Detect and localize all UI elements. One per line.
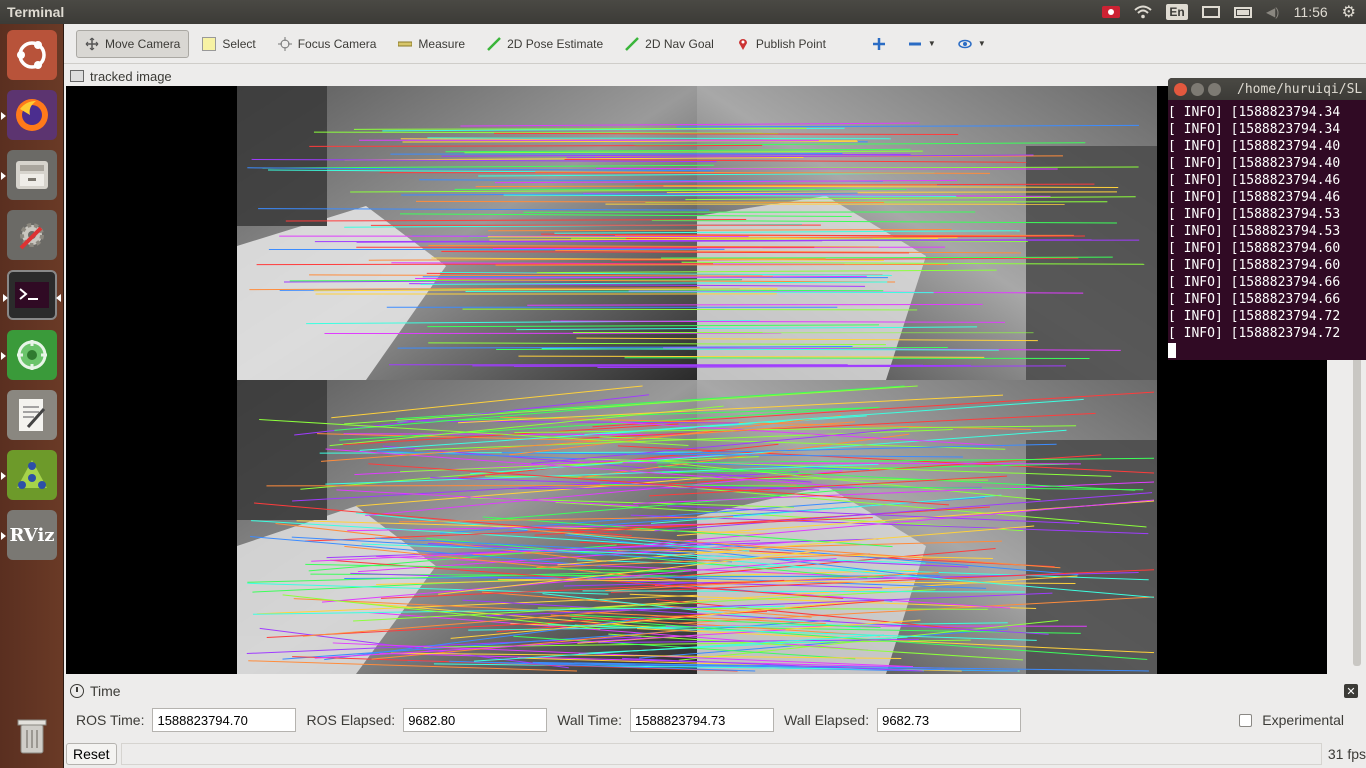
status-message bbox=[120, 743, 1322, 765]
select-button[interactable]: Select bbox=[193, 30, 264, 58]
rqt-icon[interactable] bbox=[1, 450, 57, 500]
tracked-image-panel-title: tracked image bbox=[66, 66, 1168, 86]
measure-button[interactable]: Measure bbox=[389, 30, 474, 58]
active-window-title: Terminal bbox=[7, 4, 65, 20]
terminal-output[interactable]: [ INFO] [1588823794.34 [ INFO] [158882379… bbox=[1168, 100, 1366, 359]
fps-readout: 31 fps bbox=[1327, 746, 1366, 762]
ros-time-label: ROS Time: bbox=[76, 712, 145, 728]
system-tray: En ◀) 11:56 ⚙ bbox=[1102, 2, 1366, 22]
minimize-icon[interactable] bbox=[1191, 82, 1204, 96]
ros-elapsed-field[interactable] bbox=[403, 708, 548, 732]
terminal-icon[interactable] bbox=[3, 270, 61, 320]
wall-elapsed-field[interactable] bbox=[877, 708, 1022, 732]
maximize-icon[interactable] bbox=[1208, 82, 1221, 96]
eye-icon bbox=[958, 39, 972, 48]
keyboard-layout-indicator[interactable]: En bbox=[1166, 4, 1188, 20]
trash-icon[interactable] bbox=[7, 710, 57, 760]
time-panel-fields: ROS Time: ROS Elapsed: Wall Time: Wall E… bbox=[64, 704, 1366, 736]
terminal-title: /home/huruiqi/SL bbox=[1237, 81, 1363, 97]
terminal-cursor bbox=[1168, 343, 1176, 358]
experimental-label: Experimental bbox=[1262, 712, 1344, 728]
move-camera-button[interactable]: Move Camera bbox=[76, 29, 190, 58]
2d-pose-estimate-button[interactable]: 2D Pose Estimate bbox=[478, 30, 612, 58]
experimental-toggle[interactable]: Experimental bbox=[1239, 712, 1344, 728]
plus-icon bbox=[872, 37, 885, 50]
terminal-line: [ INFO] [1588823794.46 bbox=[1168, 173, 1341, 188]
wall-time-field[interactable] bbox=[630, 708, 775, 732]
2d-nav-goal-button[interactable]: 2D Nav Goal bbox=[616, 30, 723, 58]
wall-time-label: Wall Time: bbox=[557, 712, 623, 728]
terminal-line: [ INFO] [1588823794.34 bbox=[1168, 105, 1341, 120]
wifi-icon[interactable] bbox=[1134, 5, 1152, 19]
ros-time-field[interactable] bbox=[152, 708, 297, 732]
terminal-line: [ INFO] [1588823794.72 bbox=[1168, 326, 1341, 341]
ubuntu-dash-icon[interactable] bbox=[7, 30, 57, 80]
terminal-line: [ INFO] [1588823794.40 bbox=[1168, 156, 1341, 171]
nav-goal-arrow-icon bbox=[625, 36, 640, 51]
terminal-line: [ INFO] [1588823794.53 bbox=[1168, 224, 1341, 239]
power-icon[interactable]: ⚙ bbox=[1342, 2, 1356, 22]
battery-icon[interactable] bbox=[1233, 5, 1252, 19]
terminal-line: [ INFO] [1588823794.60 bbox=[1168, 241, 1341, 256]
select-icon bbox=[202, 36, 217, 51]
experimental-checkbox[interactable] bbox=[1239, 713, 1253, 727]
terminal-window[interactable]: /home/huruiqi/SL [ INFO] [1588823794.34[… bbox=[1168, 78, 1366, 360]
qtcreator-icon[interactable] bbox=[1, 330, 57, 380]
clock-icon bbox=[70, 684, 84, 698]
add-tool-button[interactable] bbox=[863, 30, 895, 58]
scrollbar-thumb[interactable] bbox=[1353, 356, 1361, 666]
move-camera-icon bbox=[85, 37, 99, 50]
tracked-image-view[interactable] bbox=[66, 86, 1327, 674]
remove-tool-button[interactable]: ▼ bbox=[899, 30, 945, 58]
close-icon[interactable]: ✕ bbox=[1344, 684, 1358, 698]
rviz-toolbar: Move Camera Select Focus Camera Measure … bbox=[64, 24, 1366, 64]
chevron-down-icon: ▼ bbox=[977, 39, 986, 48]
terminal-titlebar[interactable]: /home/huruiqi/SL bbox=[1168, 78, 1366, 100]
firefox-icon[interactable] bbox=[1, 90, 57, 140]
tracked-image-canvas bbox=[237, 86, 1157, 674]
terminal-line: [ INFO] [1588823794.40 bbox=[1168, 139, 1341, 154]
files-icon[interactable] bbox=[1, 150, 57, 200]
record-icon[interactable] bbox=[1102, 5, 1121, 19]
volume-icon[interactable]: ◀) bbox=[1266, 5, 1280, 19]
chevron-down-icon: ▼ bbox=[927, 39, 936, 48]
time-panel-header: Time ✕ bbox=[66, 680, 1364, 702]
text-editor-icon[interactable] bbox=[7, 390, 57, 440]
window-icon bbox=[70, 70, 84, 82]
view-options-button[interactable]: ▼ bbox=[949, 30, 995, 58]
map-pin-icon bbox=[738, 38, 747, 50]
wall-elapsed-label: Wall Elapsed: bbox=[784, 712, 870, 728]
focus-camera-button[interactable]: Focus Camera bbox=[269, 30, 386, 58]
status-bar: Reset 31 fps bbox=[64, 740, 1366, 768]
terminal-line: [ INFO] [1588823794.34 bbox=[1168, 122, 1341, 137]
launcher: RViz bbox=[0, 24, 64, 768]
top-panel: Terminal En ◀) 11:56 ⚙ bbox=[0, 0, 1366, 24]
close-icon[interactable] bbox=[1174, 82, 1187, 96]
reset-button[interactable]: Reset bbox=[66, 743, 117, 765]
pose-estimate-arrow-icon bbox=[487, 36, 501, 51]
focus-camera-icon bbox=[277, 36, 292, 51]
terminal-line: [ INFO] [1588823794.46 bbox=[1168, 190, 1341, 205]
settings-icon[interactable] bbox=[7, 210, 57, 260]
publish-point-button[interactable]: Publish Point bbox=[727, 30, 835, 58]
minus-icon bbox=[908, 42, 921, 45]
mail-icon[interactable] bbox=[1201, 5, 1220, 19]
terminal-line: [ INFO] [1588823794.60 bbox=[1168, 258, 1341, 273]
clock[interactable]: 11:56 bbox=[1294, 4, 1328, 20]
measure-icon bbox=[398, 41, 413, 46]
ros-elapsed-label: ROS Elapsed: bbox=[306, 712, 396, 728]
terminal-line: [ INFO] [1588823794.53 bbox=[1168, 207, 1341, 222]
rviz-icon[interactable]: RViz bbox=[1, 510, 57, 560]
terminal-line: [ INFO] [1588823794.72 bbox=[1168, 309, 1341, 324]
terminal-line: [ INFO] [1588823794.66 bbox=[1168, 275, 1341, 290]
terminal-line: [ INFO] [1588823794.66 bbox=[1168, 292, 1341, 307]
